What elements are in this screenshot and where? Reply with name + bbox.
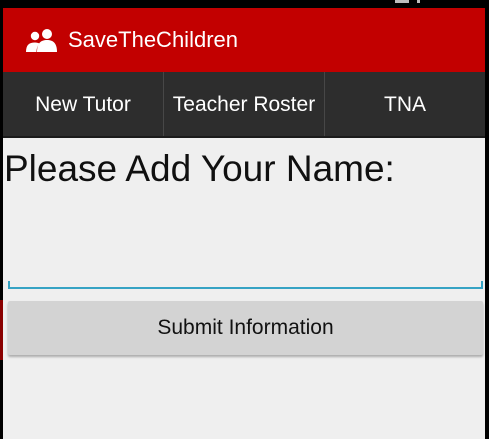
input-underline (8, 287, 483, 289)
main-content: Please Add Your Name: Submit Information (3, 138, 485, 439)
tab-teacher-roster[interactable]: Teacher Roster (164, 72, 325, 138)
status-bar (0, 0, 489, 8)
tab-new-tutor[interactable]: New Tutor (3, 72, 164, 138)
submit-information-button[interactable]: Submit Information (8, 301, 483, 355)
name-prompt-label: Please Add Your Name: (4, 148, 395, 189)
app-title: SaveTheChildren (68, 27, 238, 52)
window-edge-right (485, 8, 489, 439)
tab-tna[interactable]: TNA (325, 72, 485, 138)
input-underline-tick-right (481, 281, 483, 288)
name-input[interactable] (8, 238, 482, 288)
action-bar: SaveTheChildren (3, 8, 485, 72)
people-icon[interactable] (25, 28, 59, 52)
tab-bar: New Tutor Teacher Roster TNA (3, 72, 485, 138)
status-icons (391, 0, 431, 8)
